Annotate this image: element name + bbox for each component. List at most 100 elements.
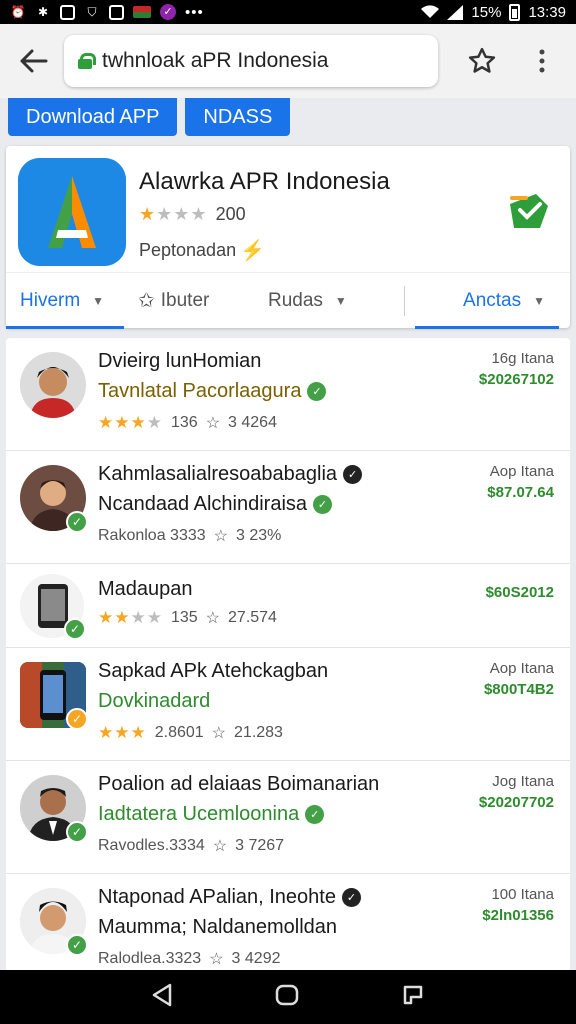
system-nav-bar <box>0 970 576 1024</box>
item-price: $20207702 <box>478 794 554 811</box>
item-price: $87.07.64 <box>487 484 554 501</box>
verified-check-icon: ✓ <box>307 382 327 401</box>
recents-icon <box>403 985 423 1004</box>
item-right-label: Jog Itana <box>492 773 554 790</box>
rating-stars: ★★★★ <box>98 608 163 627</box>
verified-check-icon: ✓ <box>64 618 86 640</box>
verified-check-icon: ✓ <box>66 821 88 843</box>
app-name: Alawrka APR Indonesia <box>139 168 390 195</box>
verified-check-icon: ✓ <box>313 495 333 514</box>
item-count: Ralodlea.3323 <box>98 950 202 967</box>
item-subtitle: Iadtatera Ucemloonina <box>98 803 300 825</box>
item-extra: 3 4264 <box>228 414 277 431</box>
gallery-icon <box>60 4 75 20</box>
overflow-menu-button[interactable] <box>522 41 562 81</box>
chevron-down-icon: ▼ <box>92 293 105 308</box>
verified-check-icon: ✓ <box>66 511 88 533</box>
item-subtitle: Ncandaad Alchindiraisa <box>98 493 308 515</box>
bookmark-button[interactable] <box>462 41 502 81</box>
star-outline-icon <box>468 47 496 73</box>
favorite-icon[interactable]: ☆ <box>206 608 220 628</box>
app-rating: ★★★★ 200 <box>139 204 246 225</box>
app-tabs: Hiverm ▼ ✩ Ibuter Rudas ▼ Anctas ▼ <box>6 272 570 329</box>
address-bar[interactable]: twhnloak aPR Indonesia <box>64 35 438 87</box>
list-item[interactable]: ✓ Madaupan ★★★★ 135 ☆ 27.574 $60S2012 <box>6 564 570 648</box>
browser-toolbar: twhnloak aPR Indonesia <box>0 24 576 98</box>
url-text: twhnloak aPR Indonesia <box>102 49 329 72</box>
item-price: $2ln01356 <box>482 907 554 924</box>
back-arrow-icon <box>20 49 48 73</box>
item-extra: 21.283 <box>234 724 283 741</box>
tab-rudas[interactable]: Rudas ▼ <box>254 273 394 329</box>
tab-divider <box>404 285 405 316</box>
favorite-icon[interactable]: ☆ <box>209 949 223 969</box>
camera-icon <box>109 4 124 20</box>
item-meta: Ravodles.3334 ☆ 3 7267 <box>98 836 284 856</box>
item-right-label: Aop Itana <box>489 463 554 480</box>
list-item[interactable]: ✓ Kahmlasalialresoababaglia ✓ Ncandaad Al… <box>6 451 570 564</box>
item-price: $20267102 <box>478 371 554 388</box>
tab-hiverm[interactable]: Hiverm ▼ <box>6 273 124 329</box>
favorite-icon[interactable]: ☆ <box>206 413 220 433</box>
item-title: Dvieirg lunHomian <box>98 350 262 372</box>
item-subtitle: Maumma; Naldanemolldan <box>98 916 338 938</box>
alarm-icon: ⏰ <box>10 5 26 19</box>
results-list: Dvieirg lunHomian Tavnlatal Pacorlaagura… <box>6 338 570 970</box>
item-subtitle: Tavnlatal Pacorlaagura <box>98 380 302 402</box>
app-subtitle: Peptonadan ⚡ <box>139 238 265 263</box>
rating-stars: ★★★★ <box>139 204 208 224</box>
secondary-button[interactable]: NDASS <box>185 98 291 136</box>
item-count: Rakonloa 3333 <box>98 527 206 544</box>
item-right-label: 100 Itana <box>491 886 554 903</box>
item-title: Kahmlasalialresoababaglia <box>98 463 338 485</box>
chevron-down-icon: ▼ <box>533 293 545 308</box>
chevron-down-icon: ▼ <box>334 293 347 308</box>
item-subtitle: Dovkinadard <box>98 690 211 712</box>
item-count: 136 <box>170 414 198 431</box>
verified-check-icon: ✓ <box>66 708 88 730</box>
nav-back-button[interactable] <box>151 983 173 1012</box>
item-right-label: 16g Itana <box>491 350 554 367</box>
battery-percent: 15% <box>471 3 502 21</box>
verified-shield-icon[interactable] <box>506 188 552 234</box>
favorite-icon[interactable]: ☆ <box>213 836 227 856</box>
nav-recents-button[interactable] <box>401 983 425 1012</box>
wifi-icon <box>421 5 440 19</box>
item-count: 2.8601 <box>154 724 204 741</box>
item-extra: 3 23% <box>235 527 282 544</box>
app-logo-icon <box>18 158 126 266</box>
lightning-icon: ⚡ <box>240 240 265 262</box>
app-subtitle-text: Peptonadan <box>139 240 237 260</box>
home-icon <box>275 984 299 1005</box>
clock: 13:39 <box>528 3 566 21</box>
action-row: Download APP NDASS <box>8 98 291 136</box>
list-item[interactable]: ✓ Poalion ad elaiaas Boimanarian Iadtate… <box>6 761 570 874</box>
item-price: $800T4B2 <box>483 681 554 698</box>
verified-check-icon: ✓ <box>305 805 325 824</box>
rating-stars: ★★★ <box>98 723 147 742</box>
flag-icon <box>133 6 151 18</box>
item-title: Madaupan <box>98 578 193 600</box>
shield-icon: ⛉ <box>87 5 97 19</box>
favorite-icon[interactable]: ☆ <box>212 723 226 743</box>
download-app-button[interactable]: Download APP <box>8 98 178 136</box>
item-right-label: Aop Itana <box>489 660 554 677</box>
favorite-icon[interactable]: ☆ <box>214 526 228 546</box>
item-count: 135 <box>170 609 198 626</box>
check-icon: ✓ <box>343 465 363 484</box>
triangle-back-icon <box>152 983 172 1006</box>
list-item[interactable]: ✓ Ntaponad APalian, Ineohte ✓ Maumma; Nal… <box>6 874 570 970</box>
verified-check-icon: ✓ <box>66 934 88 956</box>
item-meta: ★★★★ 135 ☆ 27.574 <box>98 608 277 628</box>
item-extra: 3 7267 <box>235 837 285 854</box>
tab-ibuter[interactable]: ✩ Ibuter <box>124 273 254 329</box>
tab-anctas[interactable]: Anctas ▼ <box>415 273 559 329</box>
nav-home-button[interactable] <box>275 984 299 1011</box>
item-meta: ★★★★ 136 ☆ 3 4264 <box>98 413 277 433</box>
avatar <box>20 352 86 418</box>
list-item[interactable]: Dvieirg lunHomian Tavnlatal Pacorlaagura… <box>6 338 570 451</box>
item-meta: ★★★ 2.8601 ☆ 21.283 <box>98 723 283 743</box>
item-extra: 3 4292 <box>231 950 281 967</box>
list-item[interactable]: ✓ Sapkad APk Atehckagban Dovkinadard ★★★… <box>6 648 570 761</box>
back-button[interactable] <box>14 41 54 81</box>
